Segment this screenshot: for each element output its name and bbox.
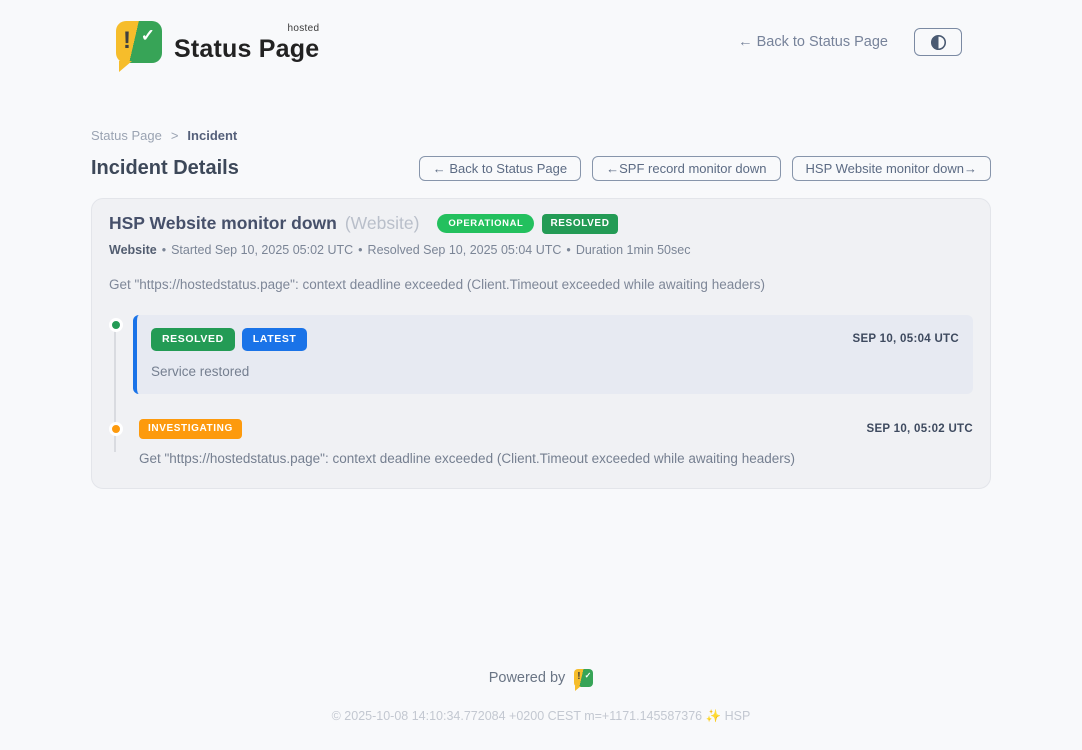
statuspage-logo-icon: ! ✓ — [116, 21, 162, 63]
incident-meta: Website • Started Sep 10, 2025 05:02 UTC… — [109, 243, 973, 257]
timeline-entry-resolved: RESOLVED LATEST SEP 10, 05:04 UTC Servic… — [133, 315, 973, 394]
breadcrumb-separator: > — [171, 128, 179, 143]
resolved-status-badge: RESOLVED — [542, 214, 617, 234]
timeline-entry-head: INVESTIGATING SEP 10, 05:02 UTC — [139, 419, 973, 439]
timeline-entry-badges: RESOLVED LATEST — [151, 328, 307, 351]
timeline-entry-box: RESOLVED LATEST SEP 10, 05:04 UTC Servic… — [133, 315, 973, 394]
operational-badge: OPERATIONAL — [437, 214, 534, 234]
timeline-entry-investigating: INVESTIGATING SEP 10, 05:02 UTC Get "htt… — [133, 419, 973, 466]
main-content: Status Page > Incident Incident Details … — [91, 128, 991, 489]
page-footer: Powered by ! ✓ © 2025-10-08 14:10:34.772… — [0, 669, 1082, 750]
resolved-badge: RESOLVED — [151, 328, 235, 351]
logo-text-wrap: hosted Status Page — [174, 21, 319, 64]
title-row: Incident Details ← Back to Status Page ←… — [91, 156, 991, 181]
theme-toggle-button[interactable] — [914, 28, 962, 56]
timeline-entry-timestamp: SEP 10, 05:04 UTC — [852, 333, 959, 345]
meta-duration: Duration 1min 50sec — [576, 243, 691, 257]
incident-title-row: HSP Website monitor down (Website) OPERA… — [109, 213, 973, 234]
app-header: ! ✓ hosted Status Page ← Back to Status … — [0, 0, 1082, 70]
timeline-entry-message: Get "https://hostedstatus.page": context… — [139, 451, 973, 466]
incident-card: HSP Website monitor down (Website) OPERA… — [91, 198, 991, 489]
meta-separator: • — [162, 243, 166, 257]
timeline-entry-head: RESOLVED LATEST SEP 10, 05:04 UTC — [151, 328, 959, 351]
mini-logo-exclamation-glyph: ! — [577, 671, 580, 682]
logo-hosted-label: hosted — [287, 23, 319, 34]
next-incident-button[interactable]: HSP Website monitor down→ — [792, 156, 991, 181]
timeline-entry-message: Service restored — [151, 364, 959, 379]
breadcrumb-status-page[interactable]: Status Page — [91, 128, 162, 143]
statuspage-logo[interactable]: ! ✓ hosted Status Page — [116, 21, 319, 64]
timeline-dot-green — [109, 318, 123, 332]
timeline-entry-timestamp: SEP 10, 05:02 UTC — [866, 423, 973, 435]
circle-half-icon — [929, 33, 948, 52]
logo-title: Status Page — [174, 35, 319, 63]
prev-incident-button[interactable]: ←SPF record monitor down — [592, 156, 780, 181]
breadcrumb: Status Page > Incident — [91, 128, 991, 143]
incident-timeline: RESOLVED LATEST SEP 10, 05:04 UTC Servic… — [109, 315, 973, 466]
timeline-entry-box: INVESTIGATING SEP 10, 05:02 UTC Get "htt… — [133, 419, 973, 466]
logo-exclamation-glyph: ! — [123, 27, 131, 55]
powered-by-link[interactable]: Powered by ! ✓ — [0, 669, 1082, 687]
back-to-status-page-button[interactable]: ← Back to Status Page — [419, 156, 581, 181]
logo-checkmark-glyph: ✓ — [141, 26, 155, 46]
incident-title: HSP Website monitor down — [109, 213, 337, 234]
statuspage-mini-logo-icon: ! ✓ — [574, 669, 593, 687]
incident-description: Get "https://hostedstatus.page": context… — [109, 277, 973, 292]
meta-resolved: Resolved Sep 10, 2025 05:04 UTC — [368, 243, 562, 257]
incident-component: (Website) — [345, 213, 420, 234]
meta-component: Website — [109, 243, 157, 257]
header-right: ← Back to Status Page — [738, 28, 962, 56]
timeline-entry-badges: INVESTIGATING — [139, 419, 242, 439]
meta-separator: • — [566, 243, 570, 257]
header-back-link[interactable]: ← Back to Status Page — [738, 34, 888, 50]
copyright-text: © 2025-10-08 14:10:34.772084 +0200 CEST … — [0, 709, 1082, 724]
meta-separator: • — [358, 243, 362, 257]
timeline-dot-orange — [109, 422, 123, 436]
meta-started: Started Sep 10, 2025 05:02 UTC — [171, 243, 353, 257]
mini-logo-checkmark-glyph: ✓ — [585, 671, 592, 680]
page-title: Incident Details — [91, 157, 239, 180]
breadcrumb-incident: Incident — [187, 128, 237, 143]
powered-by-label: Powered by — [489, 670, 566, 686]
latest-badge: LATEST — [242, 328, 308, 351]
investigating-badge: INVESTIGATING — [139, 419, 242, 439]
incident-nav-buttons: ← Back to Status Page ←SPF record monito… — [419, 156, 991, 181]
